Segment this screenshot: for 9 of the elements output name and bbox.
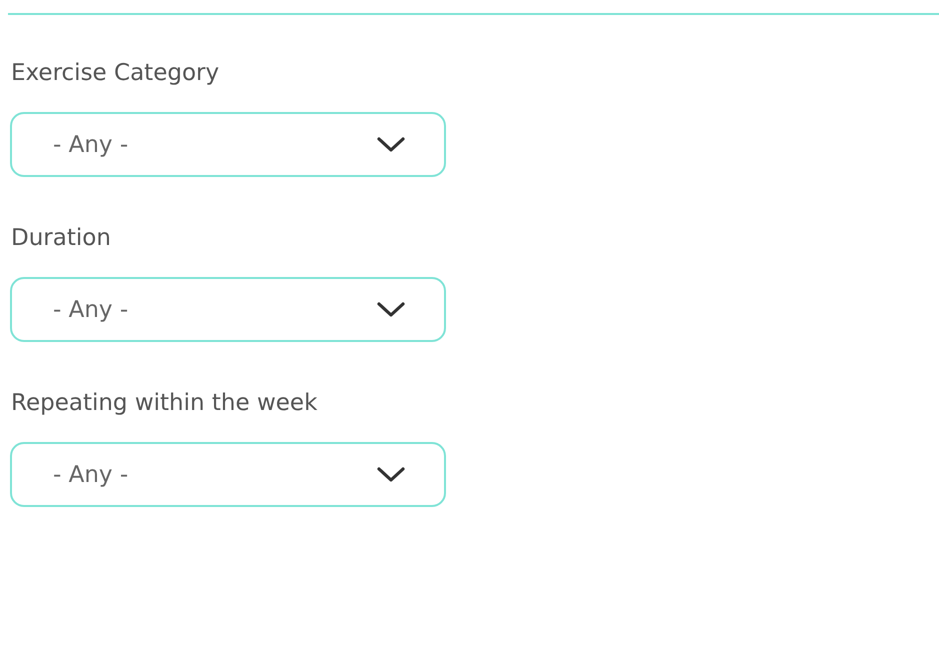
- select-field[interactable]: - Any -: [10, 277, 446, 342]
- chevron-down-icon: [376, 300, 406, 318]
- field-label: Duration: [10, 224, 111, 253]
- field-label: Exercise Category: [10, 59, 220, 88]
- select-field[interactable]: - Any -: [10, 442, 446, 507]
- chevron-down-icon: [376, 466, 406, 484]
- select-field[interactable]: - Any -: [10, 112, 446, 177]
- chevron-down-icon: [376, 136, 406, 154]
- field-label: Repeating within the week: [10, 389, 318, 418]
